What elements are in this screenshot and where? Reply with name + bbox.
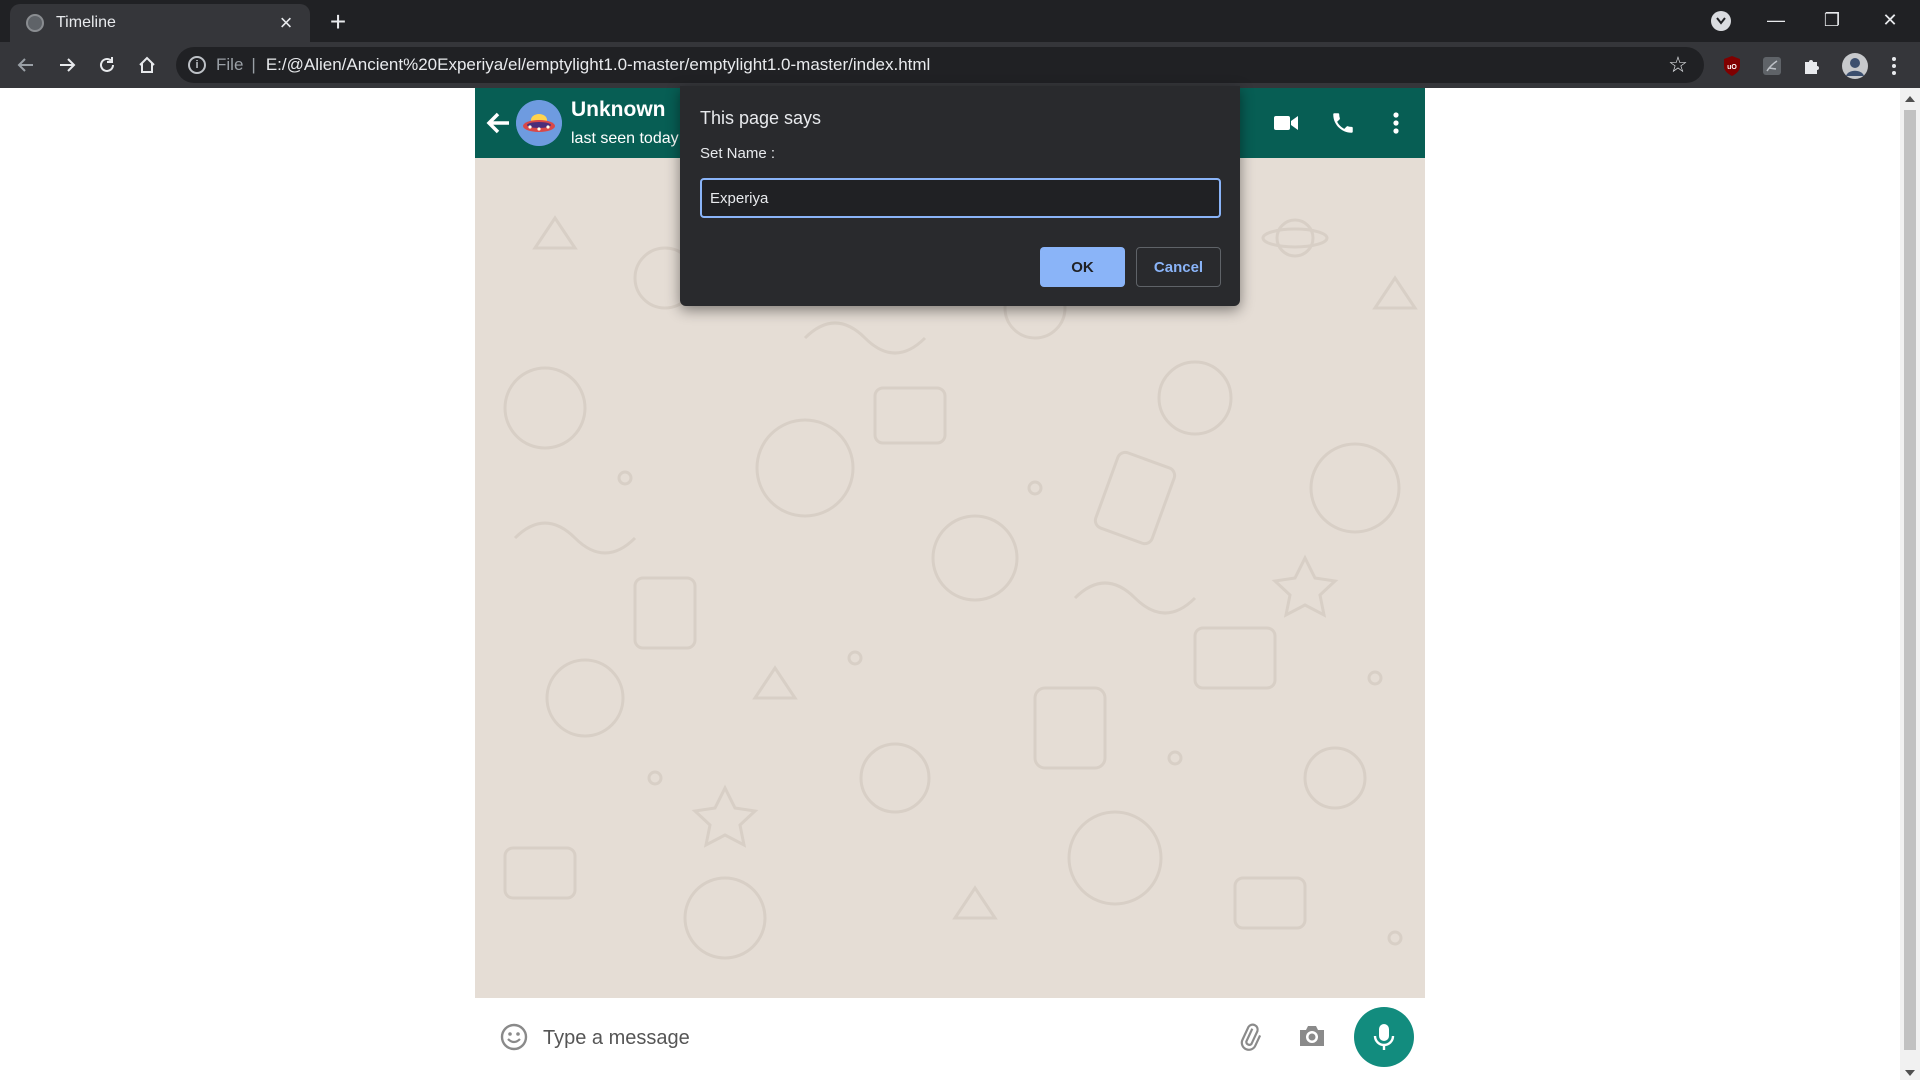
arrow-right-icon xyxy=(60,58,76,72)
more-options-icon[interactable] xyxy=(1381,108,1411,138)
address-bar[interactable]: i File | E:/@Alien/Ancient%20Experiya/el… xyxy=(176,47,1704,83)
dialog-message: Set Name : xyxy=(700,145,776,162)
minimize-button[interactable]: — xyxy=(1748,0,1804,40)
arrow-left-icon xyxy=(17,58,33,72)
page-scrollbar[interactable] xyxy=(1900,88,1920,1080)
back-button[interactable] xyxy=(10,49,42,81)
chevron-down-icon xyxy=(1716,17,1726,25)
new-tab-button[interactable]: + xyxy=(322,8,354,36)
browser-tab[interactable]: Timeline × xyxy=(10,4,310,42)
url-text[interactable]: E:/@Alien/Ancient%20Experiya/el/emptylig… xyxy=(266,55,1664,75)
globe-icon xyxy=(26,14,44,32)
back-arrow-icon[interactable] xyxy=(483,107,515,139)
dialog-title: This page says xyxy=(700,108,822,128)
tab-strip: Timeline × + — ❐ ✕ xyxy=(0,0,1920,42)
microphone-button[interactable] xyxy=(1354,1007,1414,1067)
scroll-up-arrow[interactable] xyxy=(1905,96,1915,102)
scroll-down-arrow[interactable] xyxy=(1905,1070,1915,1076)
forward-button[interactable] xyxy=(51,49,83,81)
prompt-dialog: This page says Set Name : OK Cancel xyxy=(680,86,1240,306)
svg-text:uO: uO xyxy=(1727,64,1737,71)
ufo-icon xyxy=(516,100,562,146)
ublock-extension-icon[interactable]: uO xyxy=(1720,54,1744,78)
url-scheme: File xyxy=(216,55,244,74)
dialog-name-input[interactable] xyxy=(700,178,1221,218)
emoji-icon[interactable] xyxy=(499,1022,531,1054)
puzzle-extensions-icon[interactable] xyxy=(1800,54,1824,78)
home-button[interactable] xyxy=(131,49,163,81)
contact-status: last seen today xyxy=(571,130,679,147)
ok-button[interactable]: OK xyxy=(1040,247,1125,287)
home-icon xyxy=(139,56,155,73)
restore-button[interactable]: ❐ xyxy=(1804,0,1860,40)
tab-search-button[interactable] xyxy=(1711,11,1731,31)
video-call-icon[interactable] xyxy=(1271,108,1301,138)
url-separator: | xyxy=(251,55,256,74)
microphone-icon xyxy=(1373,1024,1395,1050)
tab-title: Timeline xyxy=(56,14,116,31)
message-input[interactable] xyxy=(543,1018,1063,1058)
browser-menu-icon[interactable] xyxy=(1882,54,1906,78)
message-input-bar xyxy=(475,998,1425,1080)
camera-icon[interactable] xyxy=(1297,1022,1329,1054)
browser-toolbar: i File | E:/@Alien/Ancient%20Experiya/el… xyxy=(0,42,1920,88)
cancel-button[interactable]: Cancel xyxy=(1136,247,1221,287)
paperclip-icon[interactable] xyxy=(1235,1022,1267,1054)
profile-avatar-icon[interactable] xyxy=(1840,51,1870,81)
info-icon[interactable]: i xyxy=(188,56,206,74)
reload-icon xyxy=(100,57,114,72)
phone-call-icon[interactable] xyxy=(1328,108,1358,138)
close-tab-button[interactable]: × xyxy=(274,11,298,35)
bookmark-star-icon[interactable]: ☆ xyxy=(1664,52,1692,78)
contact-avatar[interactable] xyxy=(516,100,562,146)
reload-button[interactable] xyxy=(91,49,123,81)
pdf-extension-icon[interactable] xyxy=(1760,54,1784,78)
contact-name: Unknown xyxy=(571,98,666,121)
close-window-button[interactable]: ✕ xyxy=(1862,0,1918,40)
scroll-thumb[interactable] xyxy=(1904,110,1916,1050)
